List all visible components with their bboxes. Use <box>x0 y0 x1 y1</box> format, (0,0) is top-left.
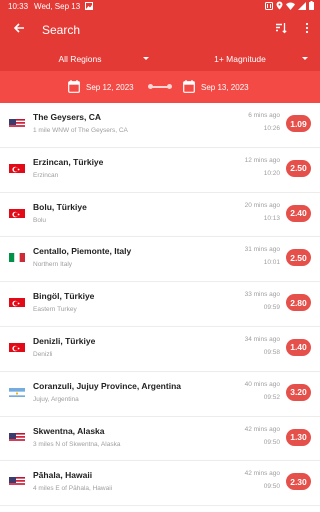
earthquake-row[interactable]: Pāhala, Hawaii 4 miles E of Pāhala, Hawai… <box>0 461 320 507</box>
magnitude-badge: 2.30 <box>286 473 311 491</box>
earthquake-place: Centallo, Piemonte, Italy <box>33 246 132 257</box>
event-time: 09:50 <box>263 438 280 446</box>
sort-button[interactable] <box>268 13 294 47</box>
time-ago: 34 mins ago <box>244 335 280 343</box>
earthquake-detail: 4 miles E of Pāhala, Hawaii <box>33 485 113 493</box>
region-value: All Regions <box>58 54 102 64</box>
earthquake-place: Denizli, Türkiye <box>33 335 96 346</box>
calendar-icon <box>183 80 195 95</box>
magnitude-badge: 1.09 <box>286 115 311 132</box>
back-button[interactable] <box>0 13 38 47</box>
start-date-text: Sep 12, 2023 <box>86 83 134 92</box>
event-time: 10:20 <box>263 169 280 177</box>
event-time: 09:58 <box>263 348 280 356</box>
magnitude-badge: 2.50 <box>286 159 311 177</box>
flag-icon <box>9 386 25 397</box>
status-date: Wed, Sep 13 <box>34 2 81 11</box>
status-bar: 10:33 Wed, Sep 13 <box>0 0 320 13</box>
event-time: 09:59 <box>263 304 280 312</box>
flag-icon <box>9 251 25 263</box>
battery-icon <box>309 1 314 12</box>
event-time: 10:13 <box>263 214 280 222</box>
earthquake-detail: Jujuy, Argentina <box>33 395 79 403</box>
more-vert-icon <box>305 21 309 39</box>
flag-icon <box>9 296 25 308</box>
earthquake-detail: Northern Italy <box>33 261 73 269</box>
earthquake-row[interactable]: Skwentna, Alaska 3 miles N of Skwentna, A… <box>0 417 320 462</box>
time-ago: 12 mins ago <box>244 156 280 164</box>
time-ago: 6 mins ago <box>248 112 280 119</box>
event-time: 09:50 <box>263 483 280 491</box>
magnitude-badge: 2.80 <box>286 294 311 312</box>
page-title: Search <box>42 23 81 37</box>
magnitude-badge: 2.40 <box>286 204 311 222</box>
earthquake-detail: Bolu <box>33 216 47 224</box>
start-date-picker[interactable]: Sep 12, 2023 <box>68 80 134 95</box>
earthquake-place: Pāhala, Hawaii <box>33 470 93 481</box>
chevron-down-icon <box>302 57 308 60</box>
more-options-button[interactable] <box>294 13 320 47</box>
event-time: 09:52 <box>263 393 280 401</box>
magnitude-badge: 2.50 <box>286 249 311 267</box>
location-icon <box>276 1 283 12</box>
earthquake-list: The Geysers, CA 1 mile WNW of The Geysers… <box>0 103 320 507</box>
earthquake-detail: Denizli <box>33 350 53 358</box>
earthquake-row[interactable]: The Geysers, CA 1 mile WNW of The Geysers… <box>0 103 320 148</box>
earthquake-place: The Geysers, CA <box>33 112 102 122</box>
time-ago: 33 mins ago <box>244 291 280 299</box>
flag-icon <box>9 162 25 173</box>
earthquake-place: Skwentna, Alaska <box>33 425 105 436</box>
calendar-icon <box>68 80 80 95</box>
earthquake-detail: Eastern Turkey <box>33 306 77 314</box>
time-ago: 40 mins ago <box>244 380 280 388</box>
date-range-bar: Sep 12, 2023 Sep 13, 2023 <box>0 71 320 103</box>
region-dropdown[interactable]: All Regions <box>0 47 160 71</box>
earthquake-detail: 1 mile WNW of The Geysers, CA <box>33 127 128 134</box>
flag-icon <box>9 117 25 128</box>
chevron-down-icon <box>143 57 149 60</box>
status-time: 10:33 <box>8 2 29 11</box>
time-ago: 42 mins ago <box>244 425 280 433</box>
nfc-icon <box>265 1 273 12</box>
time-ago: 20 mins ago <box>244 201 280 209</box>
earthquake-detail: Erzincan <box>33 171 59 179</box>
flag-icon <box>9 475 25 487</box>
app-bar: Search <box>0 13 320 47</box>
end-date-picker[interactable]: Sep 13, 2023 <box>183 80 249 95</box>
earthquake-row[interactable]: Coranzuli, Jujuy Province, Argentina Juju… <box>0 372 320 417</box>
end-date-text: Sep 13, 2023 <box>201 83 249 92</box>
earthquake-place: Bingöl, Türkiye <box>33 291 95 302</box>
image-icon <box>85 1 94 12</box>
time-ago: 42 mins ago <box>244 470 280 478</box>
earthquake-place: Bolu, Türkiye <box>33 201 87 212</box>
time-ago: 31 mins ago <box>244 246 280 254</box>
sort-icon <box>275 21 287 39</box>
earthquake-row[interactable]: Erzincan, Türkiye Erzincan 12 mins ago 10:2… <box>0 148 320 193</box>
earthquake-row[interactable]: Bingöl, Türkiye Eastern Turkey 33 mins ago… <box>0 282 320 327</box>
earthquake-detail: 3 miles N of Skwentna, Alaska <box>33 440 121 448</box>
date-range-separator <box>148 84 172 89</box>
magnitude-badge: 1.40 <box>286 338 311 356</box>
event-time: 10:01 <box>263 259 280 267</box>
earthquake-row[interactable]: Centallo, Piemonte, Italy Northern Italy 3… <box>0 237 320 283</box>
magnitude-value: 1+ Magnitude <box>214 54 266 64</box>
earthquake-place: Erzincan, Türkiye <box>33 156 104 167</box>
flag-icon <box>9 207 25 218</box>
signal-icon <box>298 1 306 12</box>
filter-bar: All Regions 1+ Magnitude <box>0 47 320 71</box>
wifi-icon <box>286 1 295 12</box>
magnitude-badge: 3.20 <box>286 383 311 401</box>
flag-icon <box>9 341 25 352</box>
event-time: 10:26 <box>263 125 280 132</box>
earthquake-place: Coranzuli, Jujuy Province, Argentina <box>33 380 181 391</box>
earthquake-row[interactable]: Bolu, Türkiye Bolu 20 mins ago 10:13 2.40 <box>0 193 320 238</box>
earthquake-row[interactable]: Denizli, Türkiye Denizli 34 mins ago 09:58 1… <box>0 327 320 372</box>
flag-icon <box>9 431 25 442</box>
arrow-left-icon <box>13 21 25 39</box>
magnitude-dropdown[interactable]: 1+ Magnitude <box>160 47 320 71</box>
magnitude-badge: 1.30 <box>286 428 311 446</box>
